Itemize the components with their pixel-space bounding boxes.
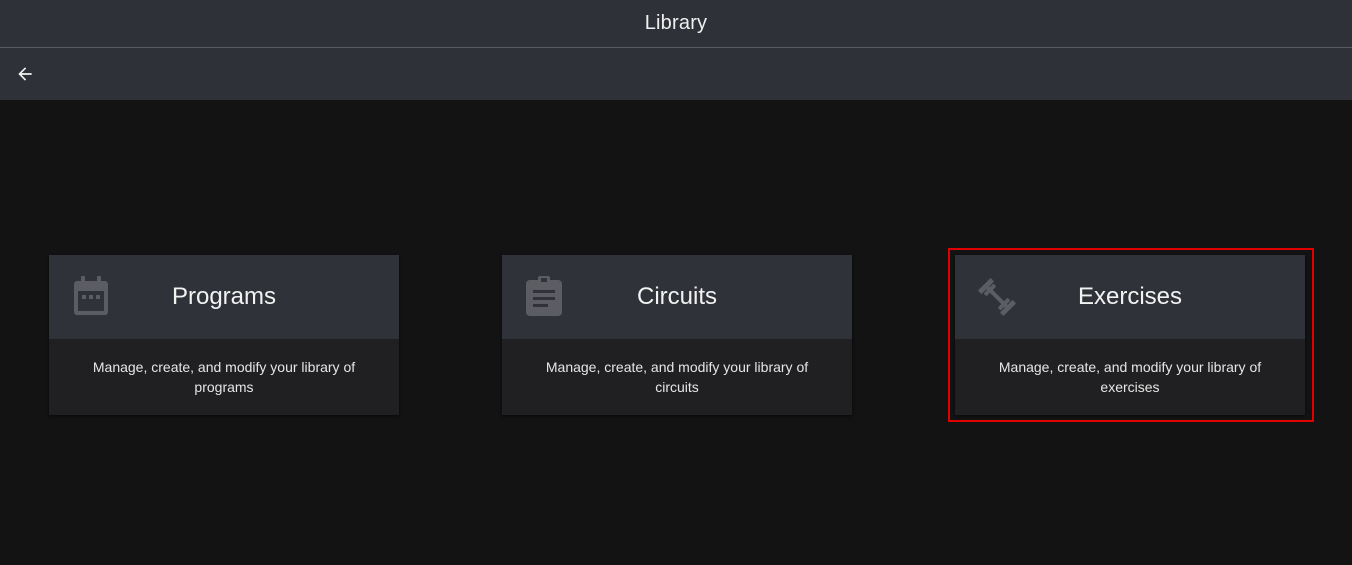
card-title: Programs [171,283,277,310]
toolbar [0,48,1352,100]
card-title: Exercises [1077,283,1183,310]
card-title: Circuits [636,283,717,310]
card-description: Manage, create, and modify your library … [545,359,809,395]
arrow-back-icon [18,67,32,81]
programs-card[interactable]: Programs Manage, create, and modify your… [49,255,399,415]
card-header: Circuits [502,255,852,339]
title-bar: Library [0,0,1352,48]
exercises-card[interactable]: Exercises Manage, create, and modify you… [955,255,1305,415]
circuits-card[interactable]: Circuits Manage, create, and modify your… [502,255,852,415]
card-header: Exercises [955,255,1305,339]
card-description: Manage, create, and modify your library … [92,359,356,395]
card-description: Manage, create, and modify your library … [998,359,1262,395]
page-title: Library [644,12,708,34]
card-header: Programs [49,255,399,339]
back-button[interactable] [10,59,40,89]
